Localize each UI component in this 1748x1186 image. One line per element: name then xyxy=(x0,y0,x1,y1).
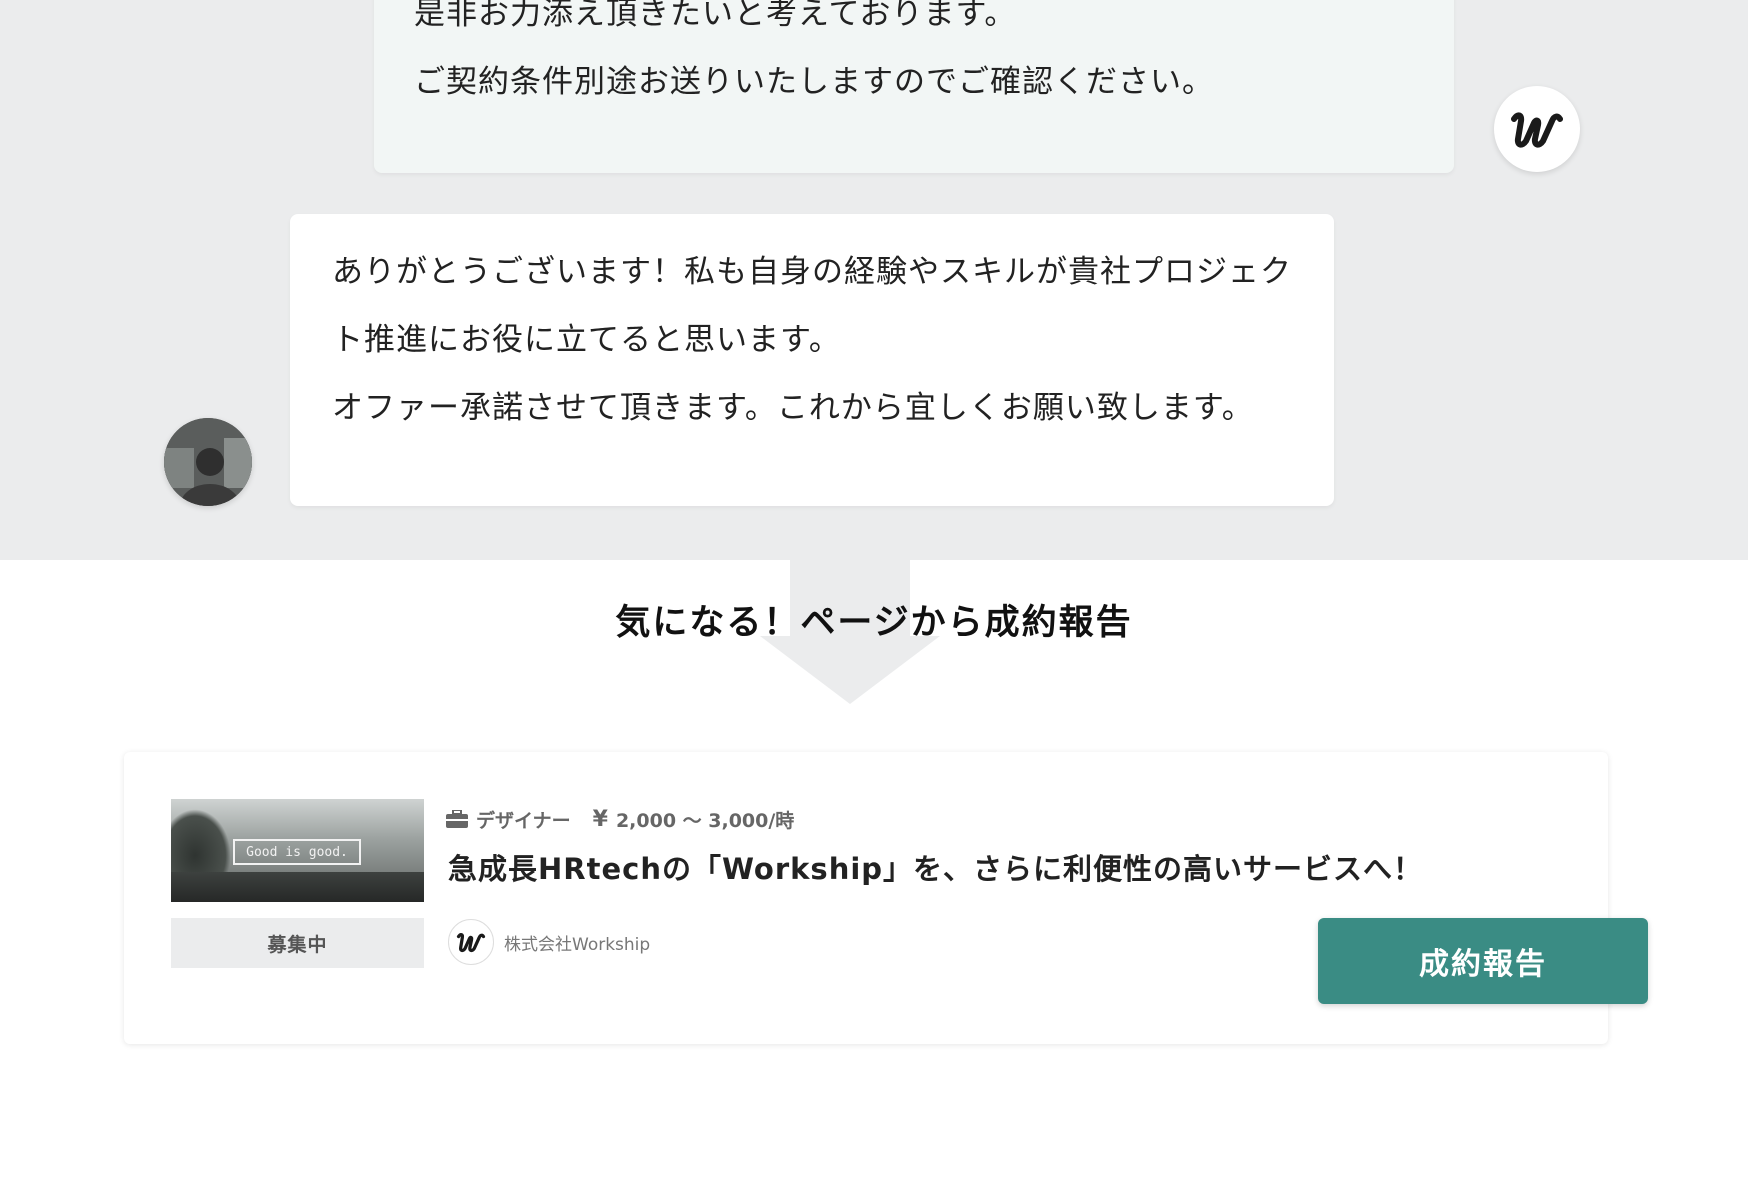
arrow-connector-head xyxy=(760,636,940,704)
user-avatar-photo xyxy=(164,418,252,506)
report-contract-button[interactable]: 成約報告 xyxy=(1318,918,1648,1004)
job-meta: デザイナー ¥ 2,000 〜 3,000/時 xyxy=(446,804,794,834)
workship-logo-icon xyxy=(1511,112,1563,148)
job-rate: 2,000 〜 3,000/時 xyxy=(615,809,795,832)
thumbnail-sign: Good is good. xyxy=(233,839,361,865)
status-badge: 募集中 xyxy=(171,918,424,968)
message-line: 是非お力添え頂きたいと考えております。 xyxy=(414,0,1017,32)
yen-icon: ¥ xyxy=(592,806,608,832)
job-title[interactable]: 急成長HRtechの「Workship」を、さらに利便性の高いサービスへ！ xyxy=(448,846,1423,888)
message-line: ありがとうございます！私も自身の経験やスキルが貴社プロジェク xyxy=(332,254,1292,290)
section-title: 気になる！ページから成約報告 xyxy=(615,603,1133,643)
message-line: ト推進にお役に立てると思います。 xyxy=(332,322,841,358)
workship-logo-icon xyxy=(456,933,486,953)
user-message-bubble: ありがとうございます！私も自身の経験やスキルが貴社プロジェク ト推進にお役に立て… xyxy=(290,214,1334,506)
user-avatar[interactable] xyxy=(164,418,252,506)
company-message-bubble: 是非お力添え頂きたいと考えております。 ご契約条件別途お送りいたしますのでご確認… xyxy=(374,0,1454,173)
chat-area: 是非お力添え頂きたいと考えております。 ご契約条件別途お送りいたしますのでご確認… xyxy=(0,0,1748,560)
briefcase-icon xyxy=(446,810,468,828)
message-line: オファー承諾させて頂きます。これから宜しくお願い致します。 xyxy=(332,390,1254,426)
company-avatar[interactable] xyxy=(1494,86,1580,172)
company-logo xyxy=(448,919,494,965)
thumbnail-floor xyxy=(171,872,424,902)
company-name: 株式会社Workship xyxy=(504,934,651,955)
message-line: ご契約条件別途お送りいたしますのでご確認ください。 xyxy=(414,64,1214,100)
job-category: デザイナー xyxy=(476,809,571,832)
company-row[interactable]: 株式会社Workship xyxy=(448,918,650,966)
job-thumbnail[interactable]: Good is good. xyxy=(171,799,424,902)
